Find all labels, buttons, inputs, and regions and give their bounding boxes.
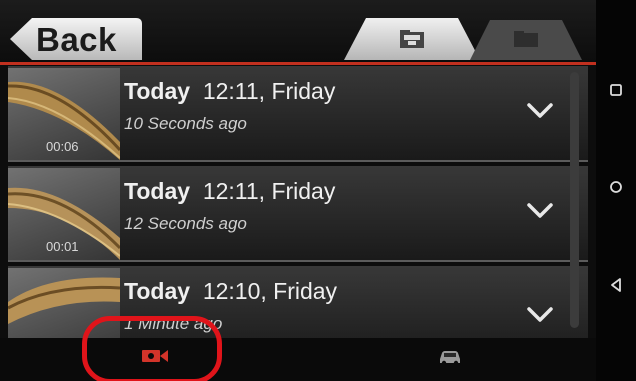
back-button[interactable]: Back [10, 18, 142, 60]
video-duration: 00:01 [46, 239, 79, 254]
tab-saved[interactable] [470, 18, 582, 60]
recording-title: Today 12:11, Friday [124, 178, 335, 205]
recording-age: 12 Seconds ago [124, 214, 247, 233]
recording-title: Today 12:11, Friday [124, 78, 335, 105]
header-bar: Back [0, 0, 596, 64]
car-mode-button[interactable] [426, 344, 474, 368]
back-label: Back [36, 21, 117, 58]
folder-icon [514, 31, 538, 47]
video-thumbnail: 00:06 [8, 68, 120, 160]
tab-recordings[interactable] [344, 18, 480, 60]
square-icon [610, 84, 622, 96]
list-scrollbar[interactable] [570, 72, 579, 328]
video-duration: 00:06 [46, 139, 79, 154]
chevron-down-icon[interactable] [526, 102, 554, 120]
chevron-down-icon[interactable] [526, 202, 554, 220]
video-list-screen: Back 00:06 Today 12:11, Friday 10 Second… [0, 0, 596, 381]
header-accent-line [0, 62, 596, 65]
video-thumbnail: 00:01 [8, 168, 120, 260]
circle-icon [610, 181, 622, 193]
recording-time: 12:10, Friday [202, 278, 338, 304]
folder-open-icon [400, 30, 424, 48]
recording-time: 12:11, Friday [202, 178, 336, 204]
back-nav-button[interactable] [596, 270, 636, 300]
triangle-back-icon [611, 278, 621, 292]
list-item[interactable]: 00:01 Today 12:11, Friday 12 Seconds ago [8, 166, 588, 262]
recording-time: 12:11, Friday [202, 78, 336, 104]
highlight-annotation [82, 316, 222, 381]
home-button[interactable] [596, 172, 636, 202]
car-icon [440, 351, 460, 366]
list-item[interactable]: 00:06 Today 12:11, Friday 10 Seconds ago [8, 66, 588, 162]
recording-day: Today [124, 178, 191, 204]
recording-day: Today [124, 278, 191, 304]
recording-day: Today [124, 78, 191, 104]
system-nav-bar [596, 0, 636, 381]
recording-age: 10 Seconds ago [124, 114, 247, 133]
chevron-down-icon[interactable] [526, 306, 554, 324]
recordings-list: 00:06 Today 12:11, Friday 10 Seconds ago… [8, 66, 596, 338]
recording-title: Today 12:10, Friday [124, 278, 337, 305]
recent-apps-button[interactable] [596, 75, 636, 105]
